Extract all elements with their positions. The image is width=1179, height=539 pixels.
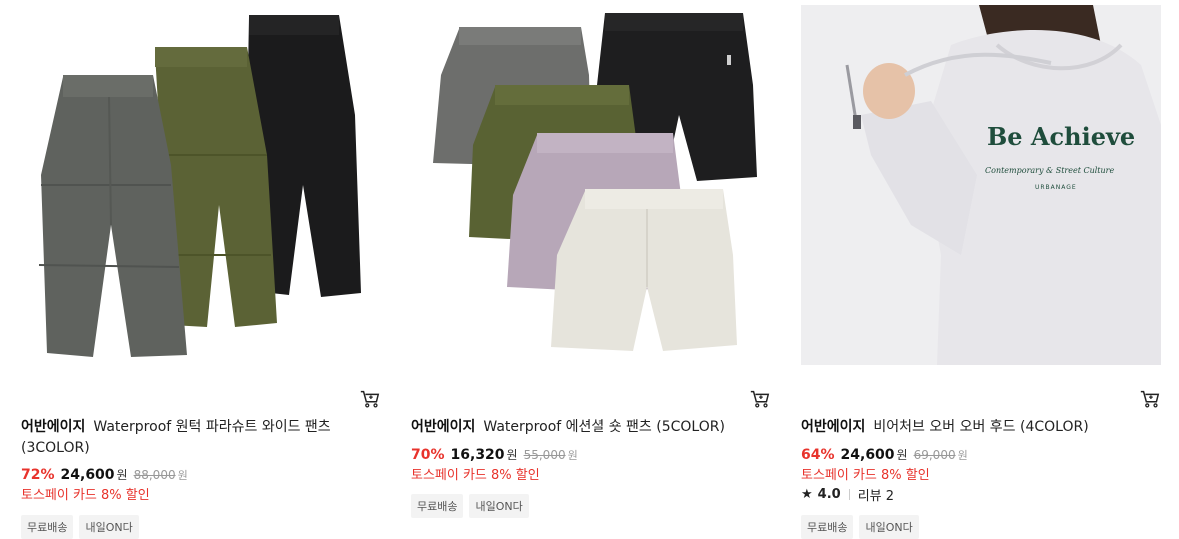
wide-pants-illustration xyxy=(38,15,361,357)
price-row: 70% 16,320 원 55,000 원 xyxy=(411,446,578,465)
tag-free-shipping: 무료배송 xyxy=(21,515,74,539)
price-row: 72% 24,600 원 88,000 원 xyxy=(21,466,188,485)
tag-list: 무료배송 내일ON다 xyxy=(801,515,919,539)
discount-rate: 64% xyxy=(801,447,835,463)
hoodie-illustration: Be Achieve Contemporary & Street Culture… xyxy=(801,5,1161,365)
original-currency: 원 xyxy=(957,449,968,462)
sale-price: 24,600 xyxy=(60,467,115,483)
original-price: 88,000 xyxy=(133,468,176,482)
product-grid: 어반에이지 Waterproof 원턱 파라슈트 와이드 팬츠 (3COLOR) … xyxy=(0,0,1179,539)
brand-name[interactable]: 어반에이지 xyxy=(411,419,475,435)
currency: 원 xyxy=(116,468,128,482)
cart-icon[interactable] xyxy=(1139,388,1161,410)
discount-rate: 72% xyxy=(21,467,55,483)
original-price: 69,000 xyxy=(913,448,956,462)
product-title[interactable]: 어반에이지 Waterproof 원턱 파라슈트 와이드 팬츠 (3COLOR) xyxy=(21,417,366,459)
brand-name[interactable]: 어반에이지 xyxy=(801,419,865,435)
tag-next-day: 내일ON다 xyxy=(859,515,919,539)
tag-next-day: 내일ON다 xyxy=(469,494,529,518)
currency: 원 xyxy=(506,448,518,462)
divider xyxy=(848,489,850,500)
promo-text: 토스페이 카드 8% 할인 xyxy=(411,468,540,483)
tag-free-shipping: 무료배송 xyxy=(411,494,464,518)
product-name[interactable]: Waterproof 에션셜 숏 팬츠 (5COLOR) xyxy=(483,419,725,435)
rating-score: 4.0 xyxy=(817,487,841,502)
tag-list: 무료배송 내일ON다 xyxy=(21,515,139,539)
product-image-wide-pants[interactable] xyxy=(21,5,381,365)
currency: 원 xyxy=(896,448,908,462)
product-title[interactable]: 어반에이지 비어처브 오버 오버 후드 (4COLOR) xyxy=(801,417,1146,438)
rating-row: ★ 4.0 리뷰 2 xyxy=(801,485,894,504)
cart-icon[interactable] xyxy=(359,388,381,410)
review-count[interactable]: 리뷰 2 xyxy=(858,485,894,504)
promo-text: 토스페이 카드 8% 할인 xyxy=(21,488,150,503)
discount-rate: 70% xyxy=(411,447,445,463)
sale-price: 16,320 xyxy=(450,447,505,463)
product-card[interactable]: 어반에이지 Waterproof 원턱 파라슈트 와이드 팬츠 (3COLOR) … xyxy=(21,5,383,539)
original-price: 55,000 xyxy=(523,448,566,462)
original-currency: 원 xyxy=(177,469,188,482)
star-icon: ★ xyxy=(801,487,813,502)
product-image-short-pants[interactable] xyxy=(411,5,771,365)
tag-next-day: 내일ON다 xyxy=(79,515,139,539)
cart-icon[interactable] xyxy=(749,388,771,410)
original-currency: 원 xyxy=(567,449,578,462)
short-pants-illustration xyxy=(433,13,757,351)
print-logo: URBANAGE xyxy=(1035,184,1077,191)
promo-text: 토스페이 카드 8% 할인 xyxy=(801,468,930,483)
print-headline: Be Achieve xyxy=(987,122,1135,151)
price-row: 64% 24,600 원 69,000 원 xyxy=(801,446,968,465)
product-name[interactable]: 비어처브 오버 오버 후드 (4COLOR) xyxy=(873,419,1088,435)
product-title[interactable]: 어반에이지 Waterproof 에션셜 숏 팬츠 (5COLOR) xyxy=(411,417,756,438)
tag-free-shipping: 무료배송 xyxy=(801,515,854,539)
print-script: Contemporary & Street Culture xyxy=(985,166,1114,175)
tag-list: 무료배송 내일ON다 xyxy=(411,494,529,518)
product-card[interactable]: 어반에이지 Waterproof 에션셜 숏 팬츠 (5COLOR) 70% 16,… xyxy=(411,5,773,518)
product-image-hoodie[interactable]: Be Achieve Contemporary & Street Culture… xyxy=(801,5,1161,365)
brand-name[interactable]: 어반에이지 xyxy=(21,419,85,435)
sale-price: 24,600 xyxy=(840,447,895,463)
product-card[interactable]: Be Achieve Contemporary & Street Culture… xyxy=(801,5,1163,539)
